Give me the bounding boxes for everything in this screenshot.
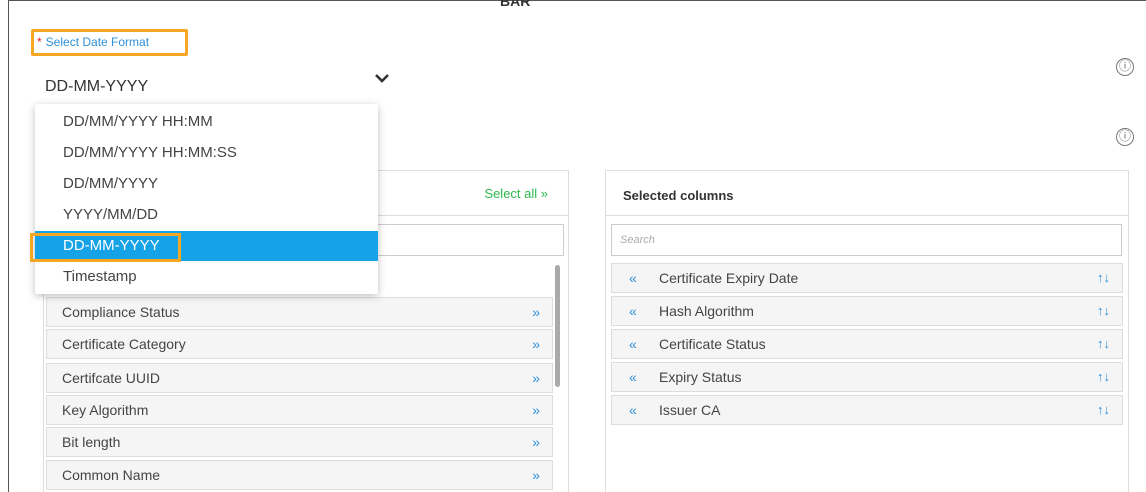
sort-icon[interactable]: ↑↓ [1097,363,1110,391]
date-format-select-value[interactable]: DD-MM-YYYY [45,78,148,96]
list-item-label: Bit length [62,434,121,450]
move-right-icon[interactable]: » [532,364,540,392]
date-format-label: * Select Date Format [37,35,149,49]
list-item[interactable]: « Certificate Expiry Date ↑↓ [611,263,1123,293]
dropdown-option[interactable]: DD/MM/YYYY HH:MM:SS [35,138,378,168]
list-item[interactable]: Key Algorithm » [46,395,553,425]
list-item[interactable]: Certifcate UUID » [46,363,553,393]
move-left-icon[interactable]: « [629,264,637,292]
sort-icon[interactable]: ↑↓ [1097,396,1110,424]
list-item-label: Certifcate UUID [62,370,161,386]
list-item-label: Compliance Status [62,304,180,320]
info-icon-2[interactable]: ⓘ [1116,128,1134,146]
date-format-dropdown-menu: DD/MM/YYYY HH:MM DD/MM/YYYY HH:MM:SS DD/… [35,104,378,294]
select-all-link[interactable]: Select all » [484,186,548,201]
list-item-label: Certificate Status [659,336,766,352]
scrollbar[interactable] [555,265,560,387]
chevron-down-icon[interactable] [374,70,390,86]
dropdown-option[interactable]: YYYY/MM/DD [35,200,378,230]
move-right-icon[interactable]: » [532,298,540,326]
selected-columns-search-input[interactable]: Search [611,224,1122,256]
move-left-icon[interactable]: « [629,297,637,325]
date-format-label-text: Select Date Format [45,35,150,49]
move-left-icon[interactable]: « [629,396,637,424]
move-left-icon[interactable]: « [629,330,637,358]
list-item[interactable]: « Hash Algorithm ↑↓ [611,296,1123,326]
move-left-icon[interactable]: « [629,363,637,391]
selected-columns-panel: Selected columns Search « Certificate Ex… [605,170,1129,492]
dropdown-option[interactable]: DD/MM/YYYY HH:MM [35,107,378,137]
section-title-cut: BAR [500,0,531,9]
sort-icon[interactable]: ↑↓ [1097,297,1110,325]
dropdown-option[interactable]: DD/MM/YYYY [35,169,378,199]
list-item[interactable]: « Expiry Status ↑↓ [611,362,1123,392]
move-right-icon[interactable]: » [532,428,540,456]
dropdown-option[interactable]: Timestamp [35,262,378,292]
move-right-icon[interactable]: » [532,330,540,358]
list-item-label: Key Algorithm [62,402,149,418]
list-item-label: Common Name [62,467,161,483]
selected-columns-title: Selected columns [623,188,734,203]
list-item-label: Expiry Status [659,369,742,385]
selected-columns-header: Selected columns [606,171,1128,216]
selected-option-highlight [30,233,181,262]
list-item[interactable]: « Certificate Status ↑↓ [611,329,1123,359]
list-item-label: Certificate Category [62,336,186,352]
list-item[interactable]: Certificate Category » [46,329,553,359]
move-right-icon[interactable]: » [532,396,540,424]
list-item-label: Certificate Expiry Date [659,270,799,286]
list-item-label: Hash Algorithm [659,303,754,319]
list-item[interactable]: Bit length » [46,427,553,457]
list-item[interactable]: Common Name » [46,460,553,490]
sort-icon[interactable]: ↑↓ [1097,264,1110,292]
list-item[interactable]: « Issuer CA ↑↓ [611,395,1123,425]
list-item[interactable]: Compliance Status » [46,297,553,327]
list-item-label: Issuer CA [659,402,721,418]
info-icon[interactable]: ⓘ [1116,58,1134,76]
sort-icon[interactable]: ↑↓ [1097,330,1110,358]
move-right-icon[interactable]: » [532,461,540,489]
required-mark: * [37,35,42,49]
